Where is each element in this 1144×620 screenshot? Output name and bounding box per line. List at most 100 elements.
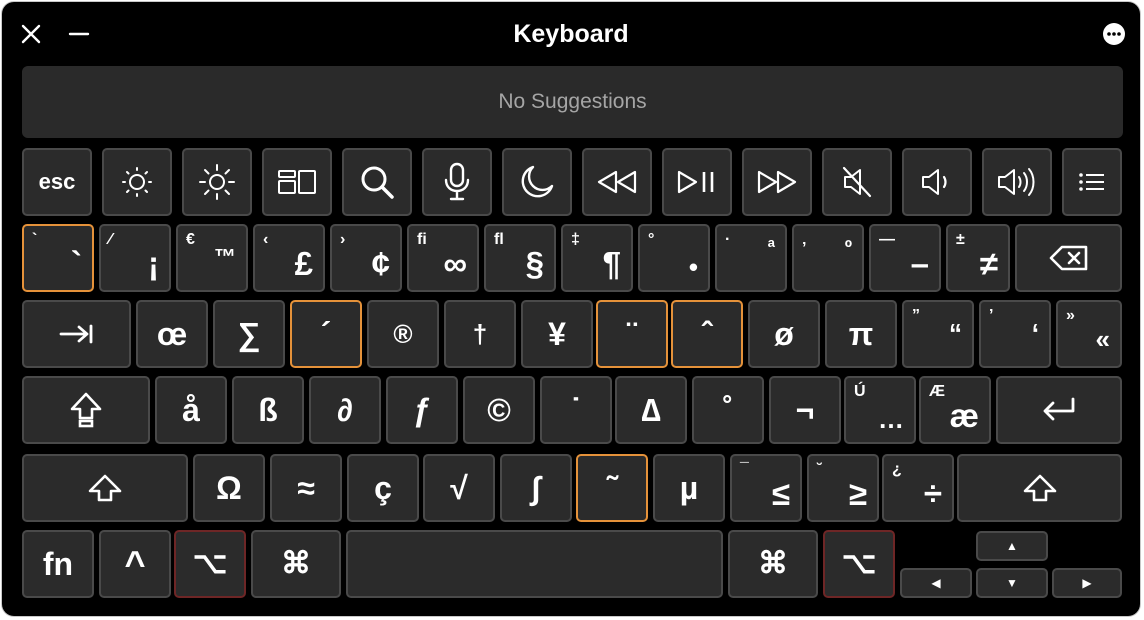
key-char: ˚ [722,392,734,428]
key-do-not-disturb[interactable] [502,148,572,216]
key-command-left[interactable]: ⌘ [251,530,341,598]
key-play-pause[interactable] [662,148,732,216]
key-delete[interactable] [1015,224,1122,292]
more-icon [1103,23,1125,45]
volume-up-icon [998,168,1035,196]
key-space[interactable] [346,530,723,598]
key-return[interactable] [996,376,1122,444]
key-q[interactable]: œ [136,300,208,368]
key-dictation[interactable] [422,148,492,216]
key-main-char: ÷ [923,475,942,512]
key-4[interactable]: › ¢ [330,224,402,292]
key-fn[interactable]: fn [22,530,94,598]
key-n-dead[interactable]: ˜ [576,454,648,522]
play-pause-icon [677,170,714,194]
key-label: ⌥ [192,547,228,580]
key-u-dead[interactable]: ¨ [596,300,668,368]
key-menu[interactable] [1062,148,1122,216]
key-fast-forward[interactable] [742,148,812,216]
key-brightness-up[interactable] [182,148,252,216]
key-comma[interactable]: ¯ ≤ [730,454,802,522]
key-quote[interactable]: Ææ [919,376,991,444]
key-main-char: – [910,245,929,282]
key-g[interactable]: © [463,376,535,444]
key-p[interactable]: π [825,300,897,368]
key-d[interactable]: ∂ [309,376,381,444]
key-x[interactable]: ≈ [270,454,342,522]
key-arrow-left[interactable]: ◀ [900,568,972,598]
key-esc[interactable]: esc [22,148,92,216]
key-v[interactable]: √ [423,454,495,522]
key-e-dead[interactable]: ´ [290,300,362,368]
key-main-char: « [1095,324,1110,354]
key-right-bracket[interactable]: ’ ‘ [979,300,1051,368]
key-a[interactable]: å [155,376,227,444]
key-b[interactable]: ∫ [500,454,572,522]
key-top-char: ¯ [740,461,749,478]
key-option-left[interactable]: ⌥ [174,530,246,598]
key-y[interactable]: ¥ [521,300,593,368]
key-0[interactable]: ‚ º [792,224,864,292]
key-control[interactable]: ^ [99,530,171,598]
key-main-char: • [688,252,698,282]
key-k[interactable]: ˚ [692,376,764,444]
key-r[interactable]: ® [367,300,439,368]
key-left-bracket[interactable]: ” “ [902,300,974,368]
key-semicolon[interactable]: Ú… [844,376,916,444]
key-option-right[interactable]: ⌥ [823,530,895,598]
key-5[interactable]: ﬁ ∞ [407,224,479,292]
key-volume-up[interactable] [982,148,1052,216]
key-brightness-down[interactable] [102,148,172,216]
volume-down-icon [922,169,947,195]
key-2[interactable]: € ™ [176,224,248,292]
key-equals[interactable]: ± ≠ [946,224,1010,292]
key-8[interactable]: ° • [638,224,710,292]
key-spotlight[interactable] [342,148,412,216]
key-t[interactable]: † [444,300,516,368]
arrow-down-icon: ▼ [1006,576,1018,590]
key-7[interactable]: ‡ ¶ [561,224,633,292]
key-char: ø [774,316,794,352]
key-w[interactable]: ∑ [213,300,285,368]
key-command-right[interactable]: ⌘ [728,530,818,598]
key-rewind[interactable] [582,148,652,216]
key-tab[interactable] [22,300,131,368]
key-mute[interactable] [822,148,892,216]
key-h[interactable]: ˙ [540,376,612,444]
key-o[interactable]: ø [748,300,820,368]
key-shift-left[interactable] [22,454,188,522]
key-mission-control[interactable] [262,148,332,216]
key-m[interactable]: µ [653,454,725,522]
key-top-char: · [725,231,731,248]
key-3[interactable]: ‹ £ [253,224,325,292]
key-minus[interactable]: — – [869,224,941,292]
key-main-char: ∞ [443,245,467,282]
key-label: ⌥ [841,547,877,580]
key-1[interactable]: ⁄ ¡ [99,224,171,292]
key-top-char: ⁄ [109,231,112,248]
key-f[interactable]: ƒ [386,376,458,444]
menu-icon [1079,173,1104,191]
key-char: † [472,319,488,349]
key-c[interactable]: ç [347,454,419,522]
key-slash[interactable]: ¿ ÷ [882,454,954,522]
key-arrow-up[interactable]: ▲ [976,531,1048,561]
key-period[interactable]: ˘ ≥ [807,454,879,522]
key-shift-right[interactable] [957,454,1122,522]
key-arrow-right[interactable]: ▶ [1052,568,1122,598]
key-arrow-down[interactable]: ▼ [976,568,1048,598]
key-l[interactable]: ¬ [769,376,841,444]
key-s[interactable]: ß [232,376,304,444]
key-i-dead[interactable]: ˆ [671,300,743,368]
key-char: √ [450,470,468,506]
key-backslash[interactable]: » « [1056,300,1122,368]
key-6[interactable]: ﬂ § [484,224,556,292]
key-grave-dead[interactable]: ` ` [22,224,94,292]
key-9[interactable]: · ª [715,224,787,292]
key-caps-lock[interactable] [22,376,150,444]
key-main-char: º [844,237,852,259]
key-j[interactable]: ∆ [615,376,687,444]
key-z[interactable]: Ω [193,454,265,522]
more-button[interactable] [1100,20,1128,48]
key-volume-down[interactable] [902,148,972,216]
